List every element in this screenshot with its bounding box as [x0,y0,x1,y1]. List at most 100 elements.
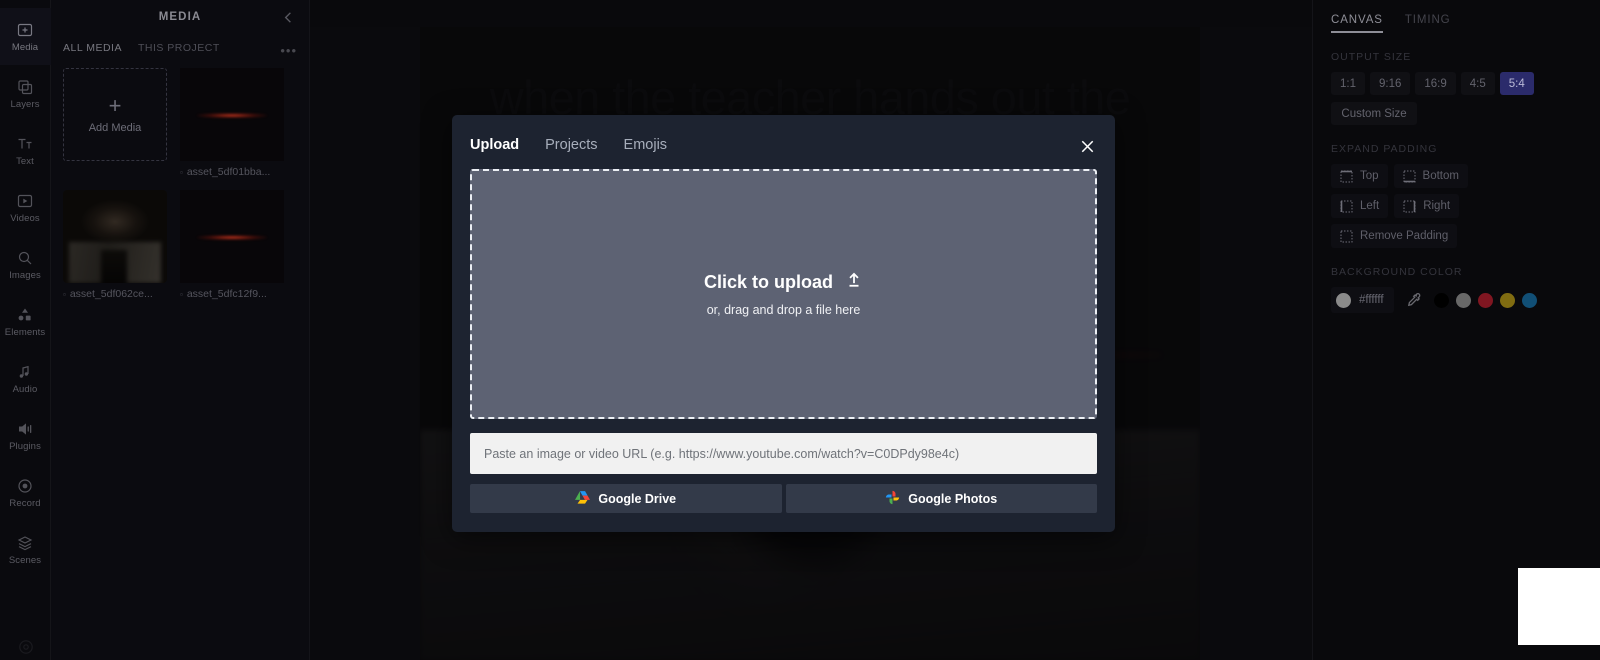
ratio-1-1[interactable]: 1:1 [1331,72,1365,95]
rail-item-images[interactable]: Images [0,236,51,293]
modal-tab-upload[interactable]: Upload [470,137,519,153]
rail-label: Record [9,497,41,509]
padding-bottom-button[interactable]: Bottom [1393,164,1468,188]
media-tabs: ALL MEDIA THIS PROJECT ••• [51,34,309,58]
expand-padding-title: EXPAND PADDING [1331,143,1438,155]
right-panel-tabs: CANVAS TIMING [1331,0,1600,33]
google-drive-label: Google Drive [598,491,677,506]
swatch-blue[interactable] [1521,292,1537,308]
asset-name-row: ▫ asset_5df062ce... [63,288,167,300]
rail-item-scenes[interactable]: Scenes [0,521,51,578]
rail-label: Scenes [8,554,42,566]
swatch-red[interactable] [1477,292,1493,308]
ratio-16-9[interactable]: 16:9 [1415,72,1456,95]
background-color-chip[interactable]: #ffffff [1331,287,1394,313]
dropzone-sub-label: or, drag and drop a file here [706,303,861,317]
asset-thumbnail-image [180,68,284,161]
modal-source-buttons: Google Drive Google Photos [470,484,1097,513]
file-icon: ▫ [180,289,183,299]
media-icon [16,21,34,39]
rail-item-media[interactable]: Media [0,8,51,65]
app-root: Media Layers Text Videos Images Elements… [0,0,1600,660]
google-photos-label: Google Photos [908,491,998,506]
padding-left-button[interactable]: Left [1331,194,1389,218]
ellipsis-icon[interactable]: ••• [280,43,297,58]
layers-icon [16,78,34,96]
scenes-icon [16,534,34,552]
file-icon: ▫ [180,167,183,177]
swatch-yellow[interactable] [1499,292,1515,308]
right-properties-panel: CANVAS TIMING OUTPUT SIZE 1:1 9:16 16:9 … [1312,0,1600,660]
swatch-gray[interactable] [1455,292,1471,308]
eyedropper-icon[interactable] [1405,291,1423,309]
rail-item-layers[interactable]: Layers [0,65,51,122]
padding-right-button[interactable]: Right [1394,194,1460,218]
file-icon: ▫ [63,289,66,299]
google-photos-button[interactable]: Google Photos [785,484,1097,513]
asset-name-row: ▫ asset_5dfc12f9... [180,288,284,300]
asset-thumbnail [180,68,284,161]
background-color-dot [1336,292,1351,308]
left-icon-rail: Media Layers Text Videos Images Elements… [0,0,51,660]
google-drive-button[interactable]: Google Drive [470,484,782,513]
ratio-9-16[interactable]: 9:16 [1370,72,1411,95]
padding-right-label: Right [1423,200,1451,212]
tab-timing[interactable]: TIMING [1405,14,1451,33]
padding-top-button[interactable]: Top [1331,164,1388,188]
record-icon [16,477,34,495]
rail-item-videos[interactable]: Videos [0,179,51,236]
media-tab-all-media[interactable]: ALL MEDIA [63,42,122,54]
media-asset-item[interactable]: ▫ asset_5df062ce... [63,190,167,300]
media-panel-title: MEDIA [158,11,202,23]
ratio-5-4[interactable]: 5:4 [1499,72,1534,95]
padding-row-3: Remove Padding [1331,224,1600,248]
remove-padding-label: Remove Padding [1360,230,1449,242]
rail-item-audio[interactable]: Audio [0,350,51,407]
padding-bottom-icon [1403,170,1416,183]
add-media-button[interactable]: + Add Media [63,68,167,161]
asset-name-label: asset_5dfc12f9... [186,288,267,300]
media-asset-item[interactable]: ▫ asset_5df01bba... [180,68,284,178]
rail-label: Layers [10,98,40,110]
padding-row-2: Left Right [1331,194,1600,218]
overlay-white-rect [1518,568,1600,645]
rail-item-text[interactable]: Text [0,122,51,179]
videos-icon [16,192,34,210]
background-color-row: #ffffff [1331,287,1600,313]
modal-tab-emojis[interactable]: Emojis [624,137,668,153]
custom-size-button[interactable]: Custom Size [1331,102,1417,125]
ratio-4-5[interactable]: 4:5 [1460,72,1495,95]
rail-label: Images [9,269,41,281]
asset-thumbnail-image [180,190,284,283]
close-icon[interactable] [1075,134,1099,158]
swatch-black[interactable] [1433,292,1449,308]
add-media-label: Add Media [88,122,142,134]
remove-padding-button[interactable]: Remove Padding [1331,224,1458,248]
tab-canvas[interactable]: CANVAS [1331,14,1383,33]
url-input[interactable] [470,433,1097,474]
padding-row-1: Top Bottom [1331,164,1600,188]
rail-label: Elements [4,326,46,338]
rail-item-record[interactable]: Record [0,464,51,521]
media-panel: MEDIA ALL MEDIA THIS PROJECT ••• + Add M… [51,0,310,660]
media-asset-item[interactable]: ▫ asset_5dfc12f9... [180,190,284,300]
chevron-left-icon[interactable] [277,6,299,28]
rail-item-plugins[interactable]: Plugins [0,407,51,464]
plugins-icon [16,420,34,438]
media-tab-this-project[interactable]: THIS PROJECT [138,42,220,54]
asset-thumbnail-image [63,190,167,283]
plus-icon: + [108,93,122,118]
elements-icon [16,306,34,324]
asset-name-label: asset_5df062ce... [69,288,153,300]
asset-name-label: asset_5df01bba... [186,166,271,178]
upload-arrow-icon [845,271,863,294]
rail-item-elements[interactable]: Elements [0,293,51,350]
stage-band-top [310,0,1312,27]
images-search-icon [16,249,34,267]
asset-thumbnail [63,190,167,283]
upload-dropzone[interactable]: Click to upload or, drag and drop a file… [470,169,1097,419]
text-icon [16,135,34,153]
rail-label: Media [11,41,39,53]
modal-tab-projects[interactable]: Projects [545,137,597,153]
help-circle-icon[interactable] [17,638,35,656]
